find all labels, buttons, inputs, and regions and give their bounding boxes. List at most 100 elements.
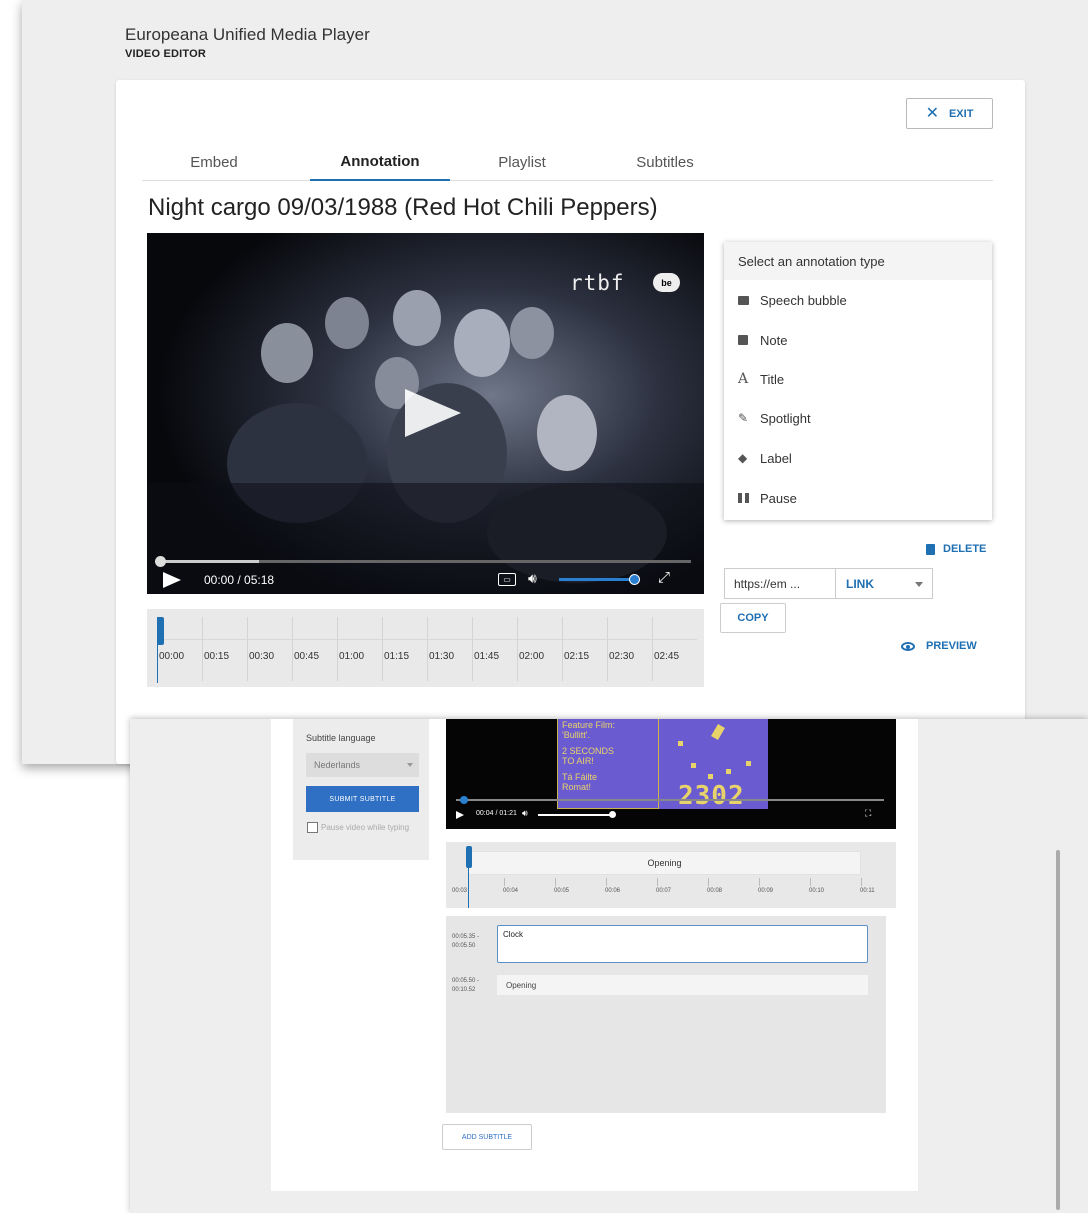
tab-embed[interactable]: Embed xyxy=(176,144,252,181)
subtitle-text-input[interactable]: Clock xyxy=(497,925,868,963)
embed-url-field[interactable]: https://em ... xyxy=(724,568,836,599)
chevron-down-icon xyxy=(407,763,413,767)
clock-dot xyxy=(708,774,713,779)
play-overlay-icon[interactable] xyxy=(405,389,461,437)
copy-button[interactable]: COPY xyxy=(720,603,786,633)
timeline-label: 02:15 xyxy=(564,651,590,662)
timeline-label: 00:08 xyxy=(707,888,723,894)
subtitle-settings-panel: Subtitle language Nederlands SUBMIT SUBT… xyxy=(293,719,429,860)
volume-handle[interactable] xyxy=(609,811,616,818)
tab-subtitles[interactable]: Subtitles xyxy=(622,144,708,181)
poster-line: Feature Film: xyxy=(562,720,616,730)
tab-playlist[interactable]: Playlist xyxy=(482,144,562,181)
poster-line: TO AIR! xyxy=(562,756,594,766)
menu-item-label: Label xyxy=(760,450,792,466)
exit-label: EXIT xyxy=(948,107,974,120)
timeline-label: 01:45 xyxy=(474,651,500,662)
subtitle-video-player[interactable]: Feature Film: 'Bullitt'. 2 SECONDS TO AI… xyxy=(446,719,896,829)
link-type-value: LINK xyxy=(846,576,874,591)
clock-dot xyxy=(746,761,751,766)
poster-line: 'Bullitt'. xyxy=(562,730,590,740)
delete-button[interactable]: DELETE xyxy=(926,543,986,555)
play-button-icon[interactable] xyxy=(163,572,181,588)
poster-line: 2 SECONDS xyxy=(562,746,615,756)
timeline-label: 02:45 xyxy=(654,651,680,662)
note-icon xyxy=(738,335,760,345)
add-subtitle-button[interactable]: ADD SUBTITLE xyxy=(442,1124,532,1150)
subtitle-language-label: Subtitle language xyxy=(306,733,376,743)
volume-slider[interactable] xyxy=(559,578,635,581)
fullscreen-icon[interactable]: ⤢ xyxy=(658,569,670,586)
timeline-label: 00:15 xyxy=(204,651,230,662)
broadcaster-logo: rtbf xyxy=(570,271,625,295)
trash-icon xyxy=(926,543,935,555)
menu-item-label: Speech bubble xyxy=(760,292,847,308)
preview-label: PREVIEW xyxy=(926,640,977,652)
annotation-timeline[interactable]: 00:00 00:15 00:30 00:45 01:00 01:15 01:3… xyxy=(147,609,704,687)
subtitle-block[interactable]: Opening xyxy=(468,851,861,875)
subtitle-time-start: 00:05.35 - xyxy=(452,934,480,940)
subtitle-list: 00:05.35 - 00:05.50 Clock 00:05.50 - 00:… xyxy=(446,916,886,1113)
subtitle-text-row[interactable]: Opening xyxy=(497,975,868,995)
menu-item-note[interactable]: Note xyxy=(724,320,992,360)
timeline-label: 00:11 xyxy=(860,888,875,894)
menu-item-speech-bubble[interactable]: Speech bubble xyxy=(724,280,992,320)
volume-icon[interactable]: 🔊︎ xyxy=(528,570,537,587)
menu-item-pause[interactable]: Pause xyxy=(724,478,992,518)
tab-annotation[interactable]: Annotation xyxy=(310,144,450,181)
preview-button[interactable]: PREVIEW xyxy=(901,640,977,652)
spotlight-icon: ✎ xyxy=(738,411,749,425)
seek-handle[interactable] xyxy=(155,556,166,567)
timeline-label: 00:04 xyxy=(503,888,519,894)
menu-item-label-type[interactable]: ◆ Label xyxy=(724,438,992,478)
menu-item-spotlight[interactable]: ✎ Spotlight xyxy=(724,398,992,438)
subtitle-editor-card: Subtitle language Nederlands SUBMIT SUBT… xyxy=(271,719,918,1191)
subtitle-time-start: 00:05.50 - xyxy=(452,978,480,984)
volume-slider[interactable] xyxy=(538,814,612,816)
seek-bar[interactable] xyxy=(456,799,884,801)
menu-item-title[interactable]: A Title xyxy=(724,359,992,399)
tab-bar: Embed Annotation Playlist Subtitles xyxy=(142,144,993,181)
timeline-label: 00:45 xyxy=(294,651,320,662)
playhead-handle[interactable] xyxy=(466,846,472,868)
clock-dot xyxy=(726,769,731,774)
pause-while-typing-checkbox[interactable] xyxy=(307,822,318,833)
video-player[interactable]: rtbf be 00:00 / 05:18 ▭ 🔊︎ ⤢ xyxy=(147,233,704,594)
subtitles-icon[interactable]: ▭ xyxy=(498,573,516,586)
app-title: Europeana Unified Media Player xyxy=(125,25,370,44)
volume-handle[interactable] xyxy=(629,574,640,585)
volume-icon[interactable]: 🔊︎ xyxy=(522,808,528,819)
chevron-down-icon xyxy=(915,582,923,587)
pause-while-typing-label: Pause video while typing xyxy=(321,823,410,832)
label-tag-icon: ◆ xyxy=(738,451,748,465)
time-display: 00:00 / 05:18 xyxy=(204,573,275,587)
timeline-label: 00:09 xyxy=(758,888,774,894)
subtitle-time-end: 00:10.52 xyxy=(452,987,476,993)
clock-dot xyxy=(678,741,683,746)
link-type-select[interactable]: LINK xyxy=(836,568,933,599)
time-display: 00:04 / 01:21 xyxy=(476,810,517,817)
scrollbar[interactable] xyxy=(1056,850,1060,1210)
subtitle-language-select[interactable]: Nederlands xyxy=(306,753,419,777)
seek-handle[interactable] xyxy=(460,796,468,804)
poster-line: Tá Fáilte xyxy=(562,772,598,782)
seek-buffered xyxy=(159,560,259,563)
exit-button[interactable]: ✕ EXIT xyxy=(906,98,993,129)
timeline-label: 00:06 xyxy=(605,888,621,894)
eye-icon xyxy=(901,641,915,651)
playhead-handle[interactable] xyxy=(157,617,164,645)
delete-label: DELETE xyxy=(943,543,987,555)
pause-icon xyxy=(738,493,760,503)
timeline-label: 01:00 xyxy=(339,651,365,662)
subtitle-timeline[interactable]: Opening 00:03 00:04 00:05 00:06 00:07 00… xyxy=(446,842,896,908)
seek-bar[interactable] xyxy=(155,556,691,567)
subtitle-time: 00:05.50 - 00:10.52 xyxy=(452,977,479,995)
app-subtitle: VIDEO EDITOR xyxy=(125,48,207,60)
submit-subtitle-button[interactable]: SUBMIT SUBTITLE xyxy=(306,786,419,812)
fullscreen-icon[interactable]: ⛶ xyxy=(865,808,871,819)
play-button-icon[interactable] xyxy=(456,811,464,819)
annotation-type-menu: Select an annotation type Speech bubble … xyxy=(724,242,992,520)
menu-item-label: Note xyxy=(760,332,788,348)
timeline-label: 02:00 xyxy=(519,651,545,662)
subtitle-time-end: 00:05.50 xyxy=(452,943,476,949)
